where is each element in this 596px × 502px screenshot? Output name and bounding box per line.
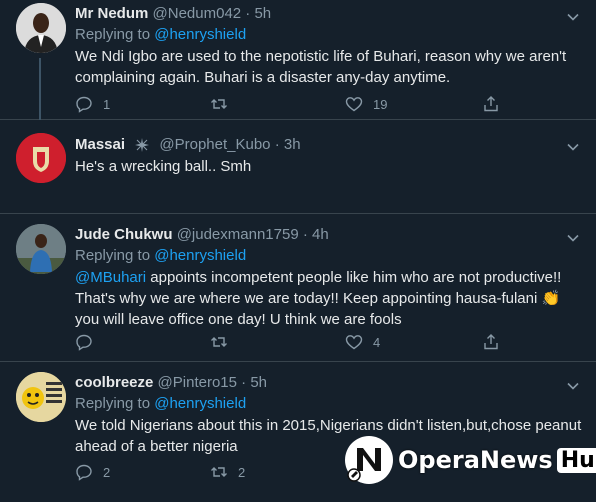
tweet-text-content: appoints incompetent people like him who… bbox=[75, 269, 562, 328]
timestamp[interactable]: 4h bbox=[312, 226, 329, 243]
share-button[interactable] bbox=[482, 333, 510, 351]
user-handle[interactable]: @Prophet_Kubo bbox=[159, 136, 270, 153]
replying-to: Replying to @henryshield bbox=[75, 246, 246, 266]
avatar[interactable] bbox=[16, 224, 66, 274]
watermark-brand: OperaNews bbox=[398, 446, 553, 474]
reply-button[interactable] bbox=[75, 333, 103, 351]
tweet-header: Jude Chukwu @judexmann1759 · 4h bbox=[75, 225, 329, 245]
reply-icon bbox=[76, 464, 92, 481]
reply-button[interactable]: 1 bbox=[75, 95, 110, 113]
tweet[interactable]: Massai @Prophet_Kubo · 3h He's a wreckin… bbox=[0, 120, 596, 214]
like-count: 4 bbox=[373, 334, 381, 350]
tweet-actions: 1 19 bbox=[75, 95, 505, 115]
share-icon bbox=[484, 334, 498, 350]
heart-icon bbox=[345, 335, 363, 350]
replying-to-label: Replying to bbox=[75, 26, 151, 43]
operanews-logo-icon bbox=[345, 436, 393, 484]
retweet-button[interactable] bbox=[210, 333, 238, 351]
retweet-icon bbox=[211, 99, 227, 109]
tweet-text: He's a wrecking ball.. Smh bbox=[75, 158, 252, 175]
reply-handle-link[interactable]: @henryshield bbox=[154, 26, 246, 43]
chevron-down-icon[interactable] bbox=[566, 231, 580, 245]
replying-to-label: Replying to bbox=[75, 395, 151, 412]
tweet-header: coolbreeze @Pintero15 · 5h bbox=[75, 373, 267, 393]
avatar[interactable] bbox=[16, 133, 66, 183]
tweet[interactable]: Jude Chukwu @judexmann1759 · 4h Replying… bbox=[0, 213, 596, 362]
timestamp[interactable]: 5h bbox=[250, 374, 267, 391]
avatar[interactable] bbox=[16, 372, 66, 422]
tweet-header: Massai @Prophet_Kubo · 3h bbox=[75, 135, 301, 155]
reply-icon bbox=[76, 96, 92, 113]
timestamp[interactable]: 3h bbox=[284, 136, 301, 153]
like-count: 19 bbox=[373, 96, 388, 112]
tweet[interactable]: Mr Nedum @Nedum042 · 5h Replying to @hen… bbox=[0, 0, 596, 120]
thread-line bbox=[39, 58, 41, 120]
heart-icon bbox=[345, 97, 363, 112]
watermark-hub: Hub bbox=[556, 447, 596, 473]
mention-link[interactable]: @MBuhari bbox=[75, 269, 146, 286]
tweet-text: @MBuhari appoints incompetent people lik… bbox=[75, 267, 585, 330]
retweet-count: 2 bbox=[238, 464, 246, 480]
reply-count: 1 bbox=[103, 96, 111, 112]
like-button[interactable]: 19 bbox=[345, 95, 387, 113]
share-icon bbox=[484, 96, 498, 112]
display-name[interactable]: Jude Chukwu bbox=[75, 226, 173, 243]
timestamp[interactable]: 5h bbox=[254, 5, 271, 22]
reply-count: 2 bbox=[103, 464, 111, 480]
user-handle[interactable]: @Pintero15 bbox=[158, 374, 237, 391]
retweet-button[interactable]: 2 bbox=[210, 463, 245, 481]
reply-button[interactable]: 2 bbox=[75, 463, 110, 481]
tweet-text: We Ndi Igbo are used to the nepotistic l… bbox=[75, 48, 567, 86]
replying-to: Replying to @henryshield bbox=[75, 25, 246, 45]
chevron-down-icon[interactable] bbox=[566, 140, 580, 154]
reply-handle-link[interactable]: @henryshield bbox=[154, 247, 246, 264]
like-button[interactable]: 4 bbox=[345, 333, 380, 351]
reply-handle-link[interactable]: @henryshield bbox=[154, 395, 246, 412]
display-name[interactable]: Mr Nedum bbox=[75, 5, 148, 22]
replying-to-label: Replying to bbox=[75, 247, 151, 264]
avatar[interactable] bbox=[16, 3, 66, 53]
operanews-watermark: OperaNews Hub bbox=[342, 433, 596, 487]
display-name[interactable]: Massai bbox=[75, 136, 125, 153]
star-badge-icon bbox=[135, 138, 150, 153]
separator-dot: · bbox=[274, 136, 280, 153]
reply-icon bbox=[76, 334, 92, 351]
tweet-header: Mr Nedum @Nedum042 · 5h bbox=[75, 4, 271, 24]
share-button[interactable] bbox=[482, 95, 510, 113]
retweet-icon bbox=[211, 467, 227, 477]
replying-to: Replying to @henryshield bbox=[75, 394, 246, 414]
display-name[interactable]: coolbreeze bbox=[75, 374, 153, 391]
retweet-icon bbox=[211, 337, 227, 347]
chevron-down-icon[interactable] bbox=[566, 379, 580, 393]
user-handle[interactable]: @Nedum042 bbox=[153, 5, 242, 22]
tweet-actions: 4 bbox=[75, 333, 505, 353]
separator-dot: · bbox=[241, 374, 247, 391]
user-handle[interactable]: @judexmann1759 bbox=[177, 226, 299, 243]
separator-dot: · bbox=[245, 5, 251, 22]
chevron-down-icon[interactable] bbox=[566, 10, 580, 24]
separator-dot: · bbox=[302, 226, 308, 243]
retweet-button[interactable] bbox=[210, 95, 238, 113]
